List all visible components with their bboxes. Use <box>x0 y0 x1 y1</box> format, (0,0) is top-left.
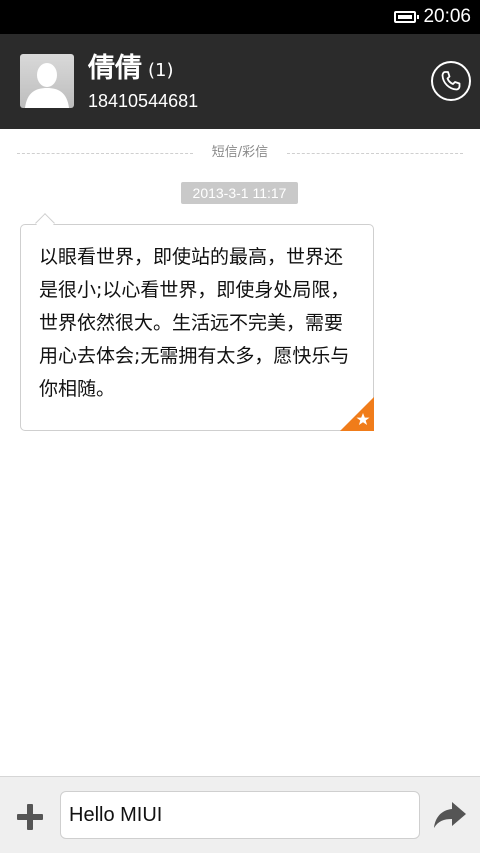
conversation-header: 倩倩 (1) 18410544681 <box>0 34 480 129</box>
message-bubble[interactable]: 以眼看世界，即使站的最高，世界还是很小;以心看世界，即使身处局限，世界依然很大。… <box>20 224 374 431</box>
add-attachment-button[interactable] <box>14 801 46 833</box>
person-silhouette-icon[interactable] <box>20 54 74 108</box>
message-timestamp: 2013-3-1 11:17 <box>181 182 298 204</box>
unread-count: (1) <box>148 60 174 81</box>
message-type-divider: 短信/彩信 <box>17 142 463 164</box>
divider-line-right <box>287 153 463 154</box>
message-text: 以眼看世界，即使站的最高，世界还是很小;以心看世界，即使身处局限，世界依然很大。… <box>39 246 350 400</box>
message-input[interactable] <box>60 791 420 839</box>
battery-full-icon <box>394 11 419 23</box>
contact-phone-number: 18410544681 <box>88 91 199 111</box>
composer-bar <box>0 776 480 853</box>
plus-icon <box>17 804 43 830</box>
call-button[interactable] <box>431 61 471 101</box>
send-arrow-icon <box>434 802 466 828</box>
contact-name: 倩倩 <box>88 53 142 84</box>
send-button[interactable] <box>432 799 468 831</box>
status-bar: 20:06 <box>0 0 480 34</box>
status-time: 20:06 <box>423 6 471 27</box>
phone-icon <box>441 71 461 91</box>
star-icon <box>340 397 374 431</box>
